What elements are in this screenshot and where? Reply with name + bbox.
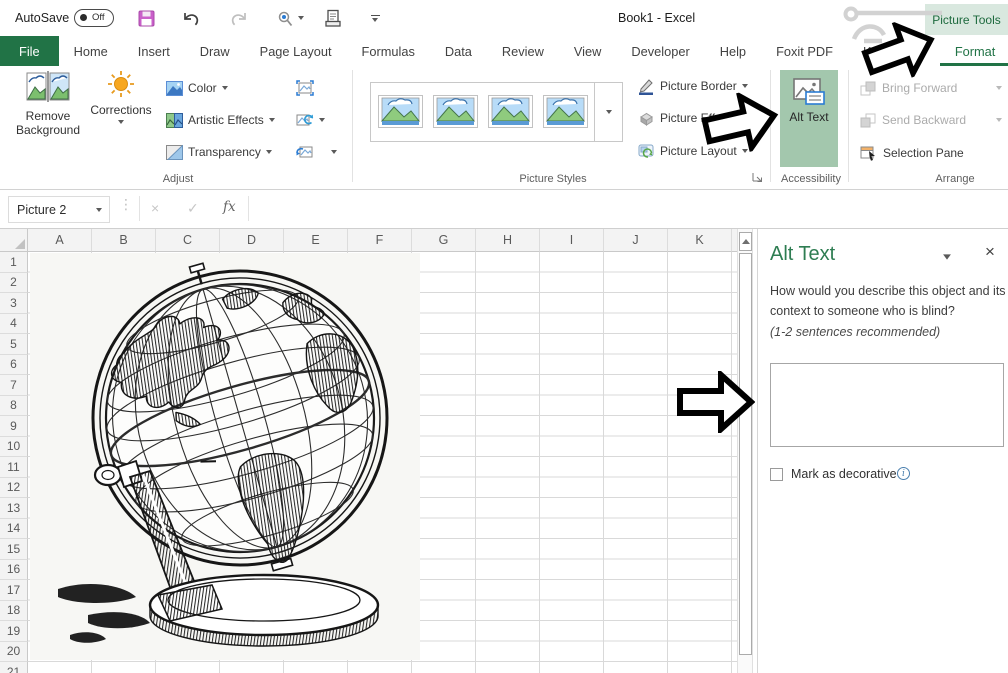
pane-close-icon[interactable]: × (985, 242, 995, 262)
row-header-14[interactable]: 14 (0, 519, 28, 540)
select-all-corner[interactable] (0, 229, 28, 252)
row-header-3[interactable]: 3 (0, 293, 28, 314)
triangle-up-icon (742, 239, 750, 244)
scroll-up-button[interactable] (739, 232, 752, 251)
row-header-2[interactable]: 2 (0, 273, 28, 294)
column-header-K[interactable]: K (668, 229, 732, 252)
column-header-G[interactable]: G (412, 229, 476, 252)
column-header-A[interactable]: A (28, 229, 92, 252)
column-header-B[interactable]: B (92, 229, 156, 252)
pane-title: Alt Text (770, 243, 835, 266)
row-header-11[interactable]: 11 (0, 457, 28, 478)
column-header-H[interactable]: H (476, 229, 540, 252)
mark-as-decorative-label: Mark as decorative (791, 467, 897, 481)
row-header-17[interactable]: 17 (0, 580, 28, 601)
alt-text-description-input[interactable] (770, 363, 1004, 447)
column-header-C[interactable]: C (156, 229, 220, 252)
row-header-21[interactable]: 21 (0, 662, 28, 673)
excel-window: AutoSave Off (0, 0, 1008, 673)
row-header-10[interactable]: 10 (0, 437, 28, 458)
pane-recommendation-text: (1-2 sentences recommended) (770, 325, 940, 339)
row-header-8[interactable]: 8 (0, 396, 28, 417)
row-header-6[interactable]: 6 (0, 355, 28, 376)
row-header-20[interactable]: 20 (0, 642, 28, 663)
column-header-E[interactable]: E (284, 229, 348, 252)
inserted-picture-globe[interactable] (30, 253, 420, 660)
row-header-4[interactable]: 4 (0, 314, 28, 335)
column-header-J[interactable]: J (604, 229, 668, 252)
globe-drawing (30, 253, 420, 660)
scrollbar-thumb[interactable] (739, 253, 752, 655)
row-header-13[interactable]: 13 (0, 498, 28, 519)
pane-question-text: How would you describe this object and i… (770, 281, 1008, 321)
row-header-18[interactable]: 18 (0, 601, 28, 622)
row-header-1[interactable]: 1 (0, 252, 28, 273)
annotation-arrow-alt-text-pane (677, 371, 755, 433)
column-header-I[interactable]: I (540, 229, 604, 252)
info-icon[interactable]: i (897, 467, 910, 480)
row-header-16[interactable]: 16 (0, 560, 28, 581)
row-header-9[interactable]: 9 (0, 416, 28, 437)
row-header-12[interactable]: 12 (0, 478, 28, 499)
alt-text-pane: Alt Text × How would you describe this o… (757, 229, 1008, 673)
column-header-F[interactable]: F (348, 229, 412, 252)
row-header-19[interactable]: 19 (0, 621, 28, 642)
row-header-7[interactable]: 7 (0, 375, 28, 396)
column-header-D[interactable]: D (220, 229, 284, 252)
pane-options-chevron-icon[interactable] (943, 254, 951, 259)
row-header-5[interactable]: 5 (0, 334, 28, 355)
row-header-15[interactable]: 15 (0, 539, 28, 560)
vertical-scrollbar[interactable] (737, 229, 753, 673)
mark-as-decorative-checkbox[interactable] (770, 468, 783, 481)
